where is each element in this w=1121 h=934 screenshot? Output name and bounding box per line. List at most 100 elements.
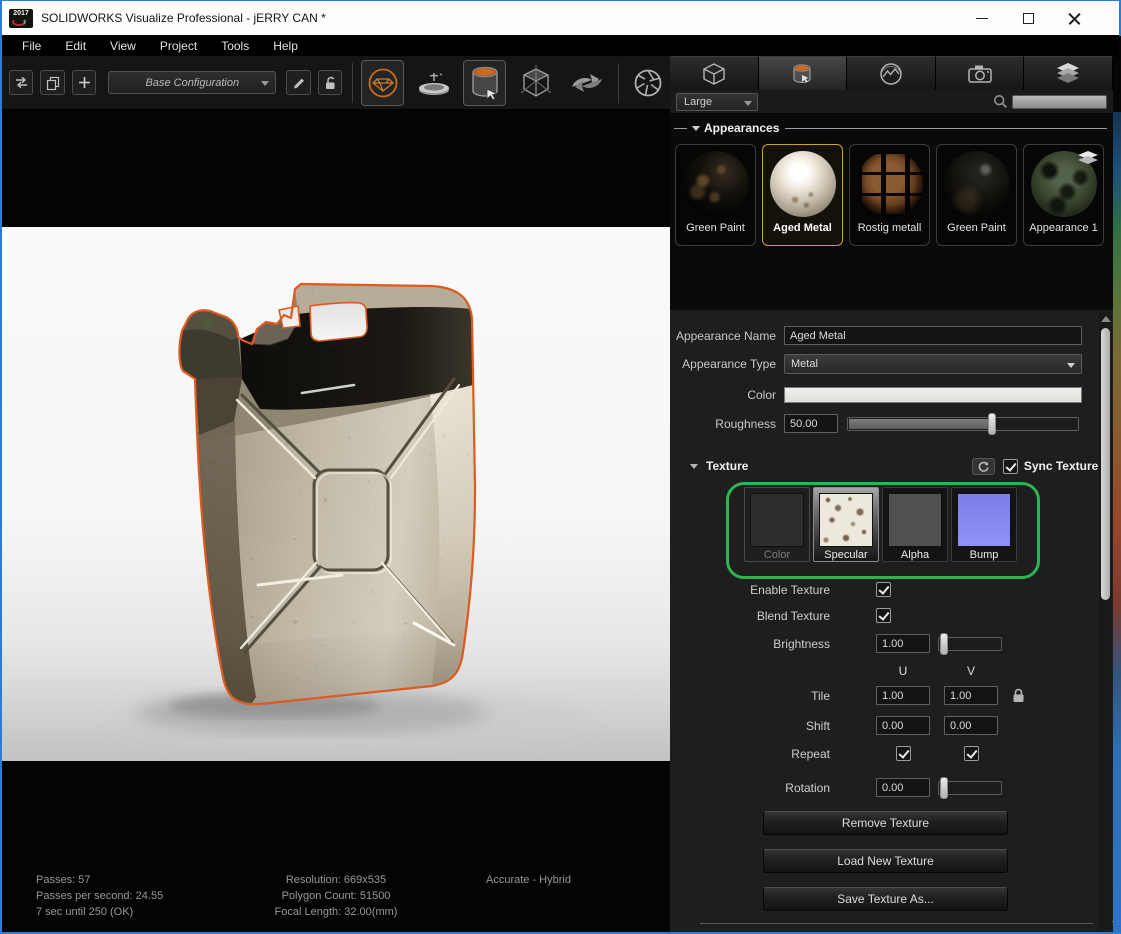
configuration-dropdown[interactable]: Base Configuration <box>108 71 276 94</box>
repeat-label: Repeat <box>670 747 838 761</box>
slider-thumb[interactable] <box>940 777 948 799</box>
render-status-mode: Accurate - Hybrid <box>486 872 571 888</box>
add-configuration-button[interactable] <box>72 70 96 95</box>
menu-project[interactable]: Project <box>148 35 209 56</box>
shift-v-input[interactable] <box>944 716 998 735</box>
appearances-palette: Appearances Green Paint Aged Metal Rosti… <box>670 113 1113 310</box>
cube-axes-icon <box>516 63 556 103</box>
status-passes: Passes: 57 <box>36 872 163 888</box>
appearance-name-label: Appearance Name <box>670 329 784 343</box>
copy-configuration-button[interactable] <box>40 70 64 95</box>
texture-slot-alpha[interactable]: Alpha <box>882 487 948 562</box>
render-canvas[interactable] <box>2 227 670 761</box>
brightness-input[interactable] <box>876 634 930 653</box>
scroll-up-arrow[interactable] <box>1101 316 1111 322</box>
slider-thumb[interactable] <box>988 413 996 435</box>
copy-icon <box>45 75 61 91</box>
load-new-texture-button[interactable]: Load New Texture <box>763 849 1008 873</box>
roughness-label: Roughness <box>670 417 784 431</box>
appearance-thumb-rostig-metall[interactable]: Rostig metall <box>849 144 930 246</box>
scrollbar-thumb[interactable] <box>1101 328 1110 600</box>
sync-textures-checkbox[interactable] <box>1003 459 1018 474</box>
status-countdown: 7 sec until 250 (OK) <box>36 904 163 920</box>
search-input[interactable] <box>1012 95 1107 109</box>
thumbnail-size-dropdown[interactable]: Large <box>676 93 758 111</box>
pencil-icon <box>291 75 307 91</box>
collapse-arrow-icon <box>692 126 700 131</box>
tab-layers[interactable] <box>1024 56 1113 90</box>
menu-tools[interactable]: Tools <box>209 35 261 56</box>
texture-slot-bump[interactable]: Bump <box>951 487 1017 562</box>
tab-models[interactable] <box>670 56 759 90</box>
rotation-input[interactable] <box>876 778 930 797</box>
minimize-icon <box>976 18 988 19</box>
roughness-input[interactable] <box>784 414 838 433</box>
environment-globe-icon <box>878 61 904 87</box>
color-swatch[interactable] <box>784 387 1082 403</box>
texture-slot-color[interactable]: Color <box>744 487 810 562</box>
flip-tool-button[interactable] <box>565 60 608 106</box>
chevron-down-icon <box>1067 363 1075 368</box>
lock-configuration-button[interactable] <box>318 70 342 95</box>
menu-help[interactable]: Help <box>261 35 310 56</box>
tile-v-input[interactable] <box>944 686 998 705</box>
blend-texture-checkbox[interactable] <box>876 608 891 623</box>
diamond-icon <box>366 66 400 100</box>
brightness-label: Brightness <box>670 637 838 651</box>
appearance-thumb-aged-metal[interactable]: Aged Metal <box>762 144 843 246</box>
menu-edit[interactable]: Edit <box>53 35 98 56</box>
viewport-3d[interactable] <box>2 227 670 761</box>
lock-icon[interactable] <box>1012 688 1025 703</box>
enable-texture-checkbox[interactable] <box>876 582 891 597</box>
appearances-section-header[interactable]: Appearances <box>670 113 1113 135</box>
texture-slot-specular[interactable]: Specular <box>813 487 879 562</box>
tile-u-input[interactable] <box>876 686 930 705</box>
slider-thumb[interactable] <box>940 633 948 655</box>
jerry-can-render[interactable] <box>179 284 475 704</box>
tab-appearances[interactable] <box>759 56 848 90</box>
brightness-slider[interactable] <box>938 637 1002 651</box>
camera-options-button[interactable] <box>627 60 670 106</box>
thumbnail-size-value: Large <box>684 96 712 108</box>
appearance-name-input[interactable] <box>784 326 1082 345</box>
appearance-type-dropdown[interactable]: Metal <box>784 354 1082 374</box>
tab-environments[interactable] <box>847 56 936 90</box>
texture-slot-label: Alpha <box>901 549 929 561</box>
maximize-icon <box>1023 13 1034 24</box>
menu-view[interactable]: View <box>98 35 148 56</box>
roughness-slider[interactable] <box>847 417 1079 431</box>
menu-file[interactable]: File <box>10 35 53 56</box>
alpha-texture-preview <box>888 493 942 547</box>
model-tool-button[interactable] <box>514 60 557 106</box>
close-button[interactable] <box>1051 1 1097 36</box>
v-column-header: V <box>967 664 975 678</box>
sync-configurations-button[interactable] <box>9 70 33 95</box>
tab-cameras[interactable] <box>936 56 1025 90</box>
color-label: Color <box>670 388 784 402</box>
status-focal-length: Focal Length: 32.00(mm) <box>236 904 436 920</box>
appearance-tool-button[interactable] <box>463 60 506 106</box>
minimize-button[interactable] <box>959 1 1005 36</box>
render-mode-button[interactable] <box>361 60 404 106</box>
panel-scrollbar[interactable] <box>1099 312 1112 930</box>
chevron-down-icon <box>261 81 269 86</box>
main-toolbar: Base Configuration <box>2 56 670 110</box>
repeat-u-checkbox[interactable] <box>896 746 911 761</box>
texture-section-header[interactable]: Texture Sync Textures <box>670 457 1113 475</box>
repeat-v-checkbox[interactable] <box>964 746 979 761</box>
shift-u-input[interactable] <box>876 716 930 735</box>
rename-configuration-button[interactable] <box>286 70 310 95</box>
shift-label: Shift <box>670 719 838 733</box>
appearance-thumb-green-paint-2[interactable]: Green Paint <box>936 144 1017 246</box>
save-texture-as-button[interactable]: Save Texture As... <box>763 887 1008 911</box>
remove-texture-button[interactable]: Remove Texture <box>763 811 1008 835</box>
refresh-textures-button[interactable] <box>972 458 995 475</box>
maximize-button[interactable] <box>1005 1 1051 36</box>
appearance-type-value: Metal <box>791 358 818 370</box>
rotation-slider[interactable] <box>938 781 1002 795</box>
aperture-icon <box>631 66 665 100</box>
appearance-thumb-green-paint-1[interactable]: Green Paint <box>675 144 756 246</box>
turntable-button[interactable] <box>412 60 455 106</box>
paint-bucket-icon <box>789 61 815 87</box>
appearance-thumb-appearance-1[interactable]: Appearance 1 <box>1023 144 1104 246</box>
